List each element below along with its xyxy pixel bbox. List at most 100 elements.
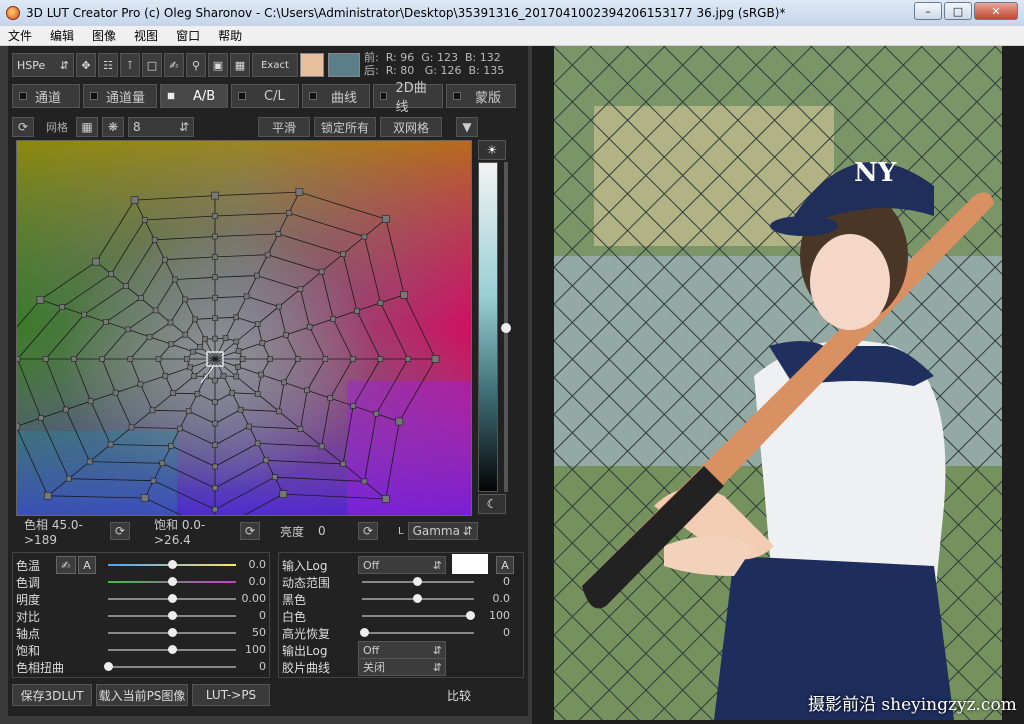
grid-node[interactable]: [340, 251, 346, 257]
grid-node[interactable]: [295, 188, 304, 196]
grid-node[interactable]: [140, 494, 149, 502]
grid-node[interactable]: [162, 256, 168, 263]
sun-icon[interactable]: ☀: [478, 140, 506, 160]
zoom-icon[interactable]: ⚲: [186, 53, 206, 77]
grid-node[interactable]: [152, 307, 159, 314]
eyedropper-icon[interactable]: ✍: [56, 556, 76, 574]
grid-node[interactable]: [202, 336, 208, 342]
frame-icon[interactable]: ▣: [208, 53, 228, 77]
grid-node[interactable]: [281, 379, 287, 386]
ab-grid-canvas[interactable]: [0, 141, 471, 535]
menu-help[interactable]: 帮助: [218, 27, 242, 44]
highlight-recovery-knob[interactable]: [360, 628, 369, 637]
lut-to-ps-button[interactable]: LUT->PS: [192, 684, 270, 706]
black-knob[interactable]: [413, 594, 422, 603]
grid-node[interactable]: [246, 423, 252, 430]
grid-node[interactable]: [264, 251, 271, 258]
grid-node[interactable]: [254, 321, 261, 327]
grid-node[interactable]: [197, 344, 203, 350]
grid-node[interactable]: [212, 420, 218, 427]
web-grid-icon[interactable]: ❋: [102, 117, 124, 137]
collapse-arrow-icon[interactable]: ▼: [456, 117, 478, 137]
output-log-select[interactable]: Off ⇵: [358, 641, 446, 659]
grid-node[interactable]: [137, 381, 144, 388]
grid-node[interactable]: [431, 355, 440, 363]
grid-node[interactable]: [212, 463, 218, 470]
grid-node[interactable]: [162, 373, 169, 379]
grid-node[interactable]: [405, 356, 411, 362]
lock-all-button[interactable]: 锁定所有: [314, 117, 376, 137]
grid-node[interactable]: [38, 415, 44, 421]
grid-node[interactable]: [229, 390, 235, 396]
grid-node[interactable]: [212, 254, 218, 260]
grid-node[interactable]: [182, 331, 189, 338]
tab-curves[interactable]: 曲线: [302, 84, 370, 108]
grid-node[interactable]: [254, 272, 260, 279]
slider-knob[interactable]: [168, 611, 177, 620]
grid-node[interactable]: [65, 475, 72, 482]
grid-node[interactable]: [184, 356, 190, 362]
grid-node[interactable]: [297, 286, 304, 292]
grid-node[interactable]: [327, 395, 334, 401]
grid-node[interactable]: [63, 406, 69, 413]
exact-button[interactable]: Exact: [252, 53, 298, 77]
slider-knob[interactable]: [168, 594, 177, 603]
grid-node[interactable]: [127, 356, 134, 362]
grid-node[interactable]: [381, 215, 390, 223]
grid-node[interactable]: [212, 233, 218, 240]
tab-2d-curves[interactable]: 2D曲线: [373, 81, 443, 115]
grid-node[interactable]: [86, 458, 93, 465]
color-model-select[interactable]: HSPe ⇵: [12, 53, 74, 77]
slider-knob[interactable]: [104, 662, 113, 671]
reset-icon[interactable]: ⟳: [12, 117, 34, 137]
grid-node[interactable]: [211, 191, 219, 200]
grid-node[interactable]: [235, 348, 242, 354]
grid-node[interactable]: [124, 326, 131, 333]
dynamic-range-knob[interactable]: [413, 577, 422, 586]
grid-node[interactable]: [12, 422, 20, 431]
save-3dlut-button[interactable]: 保存3DLUT: [12, 684, 92, 706]
input-log-select[interactable]: Off ⇵: [358, 556, 446, 574]
grid-node[interactable]: [130, 196, 139, 204]
grid-node[interactable]: [233, 314, 239, 321]
compare-button[interactable]: 比较: [434, 684, 484, 706]
grid-node[interactable]: [141, 217, 148, 223]
grid-node[interactable]: [155, 356, 162, 362]
grid-node[interactable]: [306, 324, 313, 330]
grid-node[interactable]: [267, 356, 273, 362]
grid-node[interactable]: [71, 356, 77, 362]
grid-node[interactable]: [285, 210, 292, 216]
grid-node[interactable]: [36, 296, 45, 304]
grid-node[interactable]: [182, 296, 188, 303]
grid-node[interactable]: [170, 390, 176, 396]
grid-node[interactable]: [254, 391, 261, 397]
hue-reset-icon[interactable]: ⟳: [110, 522, 130, 540]
grid-node[interactable]: [373, 410, 380, 417]
grid-node[interactable]: [239, 356, 246, 362]
grid-node[interactable]: [190, 348, 196, 355]
film-curve-select[interactable]: 关闭 ⇵: [358, 658, 446, 676]
grid-node[interactable]: [172, 276, 178, 283]
grid-node[interactable]: [212, 335, 218, 342]
menu-view[interactable]: 视图: [134, 27, 158, 44]
slider-knob[interactable]: [168, 560, 177, 569]
tab-mask[interactable]: 蒙版: [446, 84, 516, 108]
white-point-swatch[interactable]: [452, 554, 488, 574]
load-ps-image-button[interactable]: 载入当前PS图像: [96, 684, 188, 706]
tab-ab[interactable]: A/B: [160, 84, 228, 108]
grid-node[interactable]: [220, 373, 227, 379]
grid-node[interactable]: [44, 491, 52, 500]
grid-node[interactable]: [177, 425, 183, 432]
grid-node[interactable]: [112, 389, 119, 396]
grid-node[interactable]: [276, 303, 282, 310]
double-grid-button[interactable]: 双网格: [380, 117, 442, 137]
grid-node[interactable]: [259, 340, 266, 346]
grid-node[interactable]: [123, 283, 129, 289]
tab-channel[interactable]: 通道: [12, 84, 80, 108]
grid-node[interactable]: [377, 356, 384, 362]
white-track[interactable]: [362, 615, 474, 617]
moon-icon[interactable]: ☾: [478, 494, 506, 514]
smooth-button[interactable]: 平滑: [258, 117, 310, 137]
grid-node[interactable]: [212, 315, 218, 321]
grid-node[interactable]: [146, 334, 153, 340]
